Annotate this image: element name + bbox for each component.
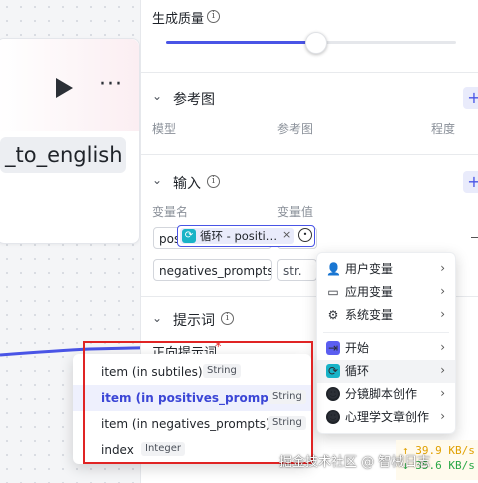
menu-item-label: 开始 <box>345 341 370 355</box>
menu-item-psychology-article[interactable]: ☻ 心理学文章创作 › <box>317 406 455 429</box>
loop-node-icon: ⟳ <box>326 364 340 378</box>
menu-item-label: 用户变量 <box>345 262 394 276</box>
prompt-section-title: 提示词 <box>173 313 215 329</box>
menu-item-user-variables[interactable]: 👤 用户变量 › <box>317 258 455 281</box>
col-variable-value: 变量值 <box>277 205 314 219</box>
play-icon[interactable] <box>56 78 73 98</box>
menu-item-label: 分镜脚本创作 <box>345 387 418 401</box>
info-icon[interactable]: i <box>207 10 220 23</box>
col-variable-name: 变量名 <box>152 205 189 219</box>
menu-item-start[interactable]: ⇥ 开始 › <box>317 337 455 360</box>
add-input-button[interactable]: + <box>463 171 478 193</box>
menu-item-system-variables[interactable]: ⚙ 系统变量 › <box>317 304 455 327</box>
info-icon[interactable]: i <box>221 312 234 325</box>
chevron-right-icon: › <box>440 284 445 298</box>
menu-item-label: 循环 <box>345 364 370 378</box>
info-icon[interactable]: i <box>207 175 220 188</box>
menu-item-label: 系统变量 <box>345 308 394 322</box>
variable-name-input[interactable]: negatives_prompts <box>153 259 272 281</box>
quality-label: 生成质量 <box>152 12 205 27</box>
start-node-icon: ⇥ <box>326 341 340 355</box>
chevron-right-icon: › <box>440 307 445 321</box>
variable-value-reference[interactable]: ⟳ 循环 - positi… × • <box>177 225 315 247</box>
reference-tag: ⟳ 循环 - positi… <box>180 228 294 244</box>
reference-tag-text: 循环 - positi… <box>200 229 278 243</box>
quality-slider-track[interactable] <box>315 41 456 44</box>
col-degree: 程度 <box>431 122 456 136</box>
loop-node-icon: ⟳ <box>182 229 196 243</box>
type-select-value: str. <box>283 264 302 278</box>
col-reference-image: 参考图 <box>277 122 314 136</box>
close-icon[interactable]: × <box>282 228 291 241</box>
chevron-right-icon: › <box>440 261 445 275</box>
chevron-down-icon[interactable]: ⌄ <box>152 173 162 187</box>
quality-slider-thumb[interactable] <box>305 32 327 54</box>
menu-item-label: 心理学文章创作 <box>345 410 430 424</box>
variable-picker-icon[interactable]: • <box>298 228 312 242</box>
remove-row-icon[interactable] <box>471 237 478 238</box>
menu-item-app-variables[interactable]: ▭ 应用变量 › <box>317 281 455 304</box>
chevron-right-icon: › <box>440 340 445 354</box>
menu-item-label: 应用变量 <box>345 285 394 299</box>
bot-icon: ☻ <box>326 410 340 424</box>
input-section-title: 输入 <box>173 176 201 192</box>
chevron-right-icon: › <box>440 363 445 377</box>
gear-icon: ⚙ <box>327 308 339 322</box>
watermark: 掘金技术社区 @ 智械日志 <box>279 455 431 470</box>
menu-item-storyboard-script[interactable]: ☻ 分镜脚本创作 › <box>317 383 455 406</box>
user-icon: 👤 <box>326 262 341 276</box>
quality-slider-fill[interactable] <box>166 41 315 44</box>
node-name-label: _to_english <box>0 137 126 173</box>
add-reference-button[interactable]: + <box>463 87 478 109</box>
menu-divider <box>323 332 449 333</box>
type-select[interactable]: str. <box>277 259 317 281</box>
highlight-box <box>83 341 313 464</box>
chevron-right-icon: › <box>440 409 445 423</box>
chevron-right-icon: › <box>440 386 445 400</box>
chevron-down-icon[interactable]: ⌄ <box>152 89 162 103</box>
bot-icon: ☻ <box>326 387 340 401</box>
col-model: 模型 <box>152 122 177 136</box>
section-divider <box>141 154 478 155</box>
chevron-down-icon[interactable]: ⌄ <box>152 311 162 325</box>
more-icon[interactable]: ··· <box>99 72 123 98</box>
menu-item-loop[interactable]: ⟳ 循环 › <box>317 360 455 383</box>
reference-section-title: 参考图 <box>173 92 215 108</box>
section-divider <box>141 72 478 73</box>
folder-icon: ▭ <box>327 285 339 299</box>
variable-dropdown-menu: 👤 用户变量 › ▭ 应用变量 › ⚙ 系统变量 › ⇥ 开始 › ⟳ 循环 ›… <box>316 252 456 434</box>
